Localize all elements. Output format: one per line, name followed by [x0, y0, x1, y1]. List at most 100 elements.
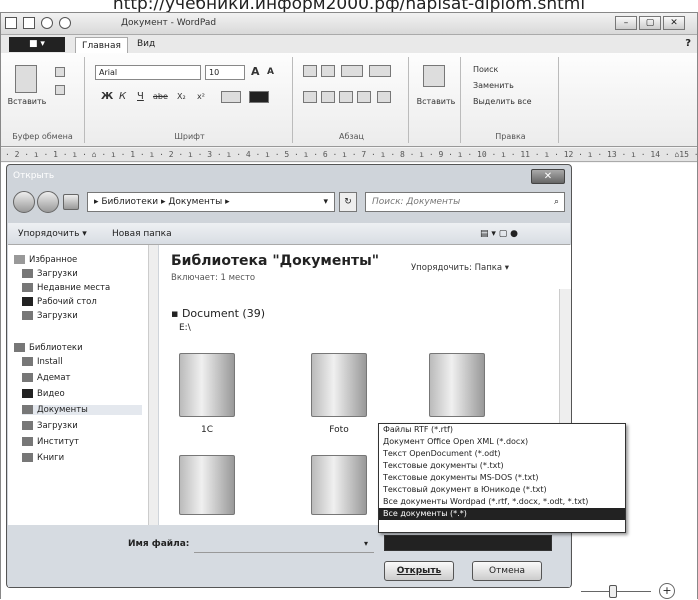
- sidebar-item[interactable]: Книги: [22, 453, 64, 463]
- file-type-option[interactable]: Текстовый документ в Юникоде (*.txt): [379, 484, 625, 496]
- align-left-icon[interactable]: [303, 91, 317, 103]
- minimize-button[interactable]: –: [615, 16, 637, 30]
- bold-button[interactable]: Ж: [101, 91, 113, 102]
- forward-icon[interactable]: [37, 191, 59, 213]
- font-family-select[interactable]: Arial: [95, 65, 201, 80]
- organize-button[interactable]: Упорядочить ▾: [18, 229, 87, 239]
- bullets-icon[interactable]: [341, 65, 363, 77]
- sidebar-item-selected[interactable]: Документы: [22, 405, 142, 415]
- align-right-icon[interactable]: [339, 91, 353, 103]
- folder-icon: [22, 269, 33, 278]
- insert-picture-icon[interactable]: [423, 65, 445, 87]
- superscript-button[interactable]: x²: [197, 92, 205, 101]
- align-center-icon[interactable]: [321, 91, 335, 103]
- find-button[interactable]: Поиск: [473, 65, 498, 74]
- replace-button[interactable]: Заменить: [473, 81, 514, 90]
- shrink-font-button[interactable]: A: [267, 67, 274, 77]
- strikethrough-button[interactable]: abe: [153, 92, 168, 101]
- subscript-button[interactable]: X₂: [177, 92, 186, 101]
- sidebar-item[interactable]: Install: [22, 357, 63, 367]
- sidebar-item[interactable]: Загрузки: [22, 269, 78, 279]
- folder-label[interactable]: Foto: [299, 425, 379, 435]
- folder-icon[interactable]: [179, 455, 235, 515]
- folder-icon[interactable]: [179, 353, 235, 417]
- cut-icon[interactable]: [55, 67, 65, 77]
- chevron-down-icon[interactable]: ▾: [364, 539, 368, 548]
- new-folder-button[interactable]: Новая папка: [112, 229, 172, 239]
- file-type-option[interactable]: Файлы RTF (*.rtf): [379, 424, 625, 436]
- cancel-button[interactable]: Отмена: [472, 561, 542, 581]
- copy-icon[interactable]: [55, 85, 65, 95]
- help-icon[interactable]: ?: [685, 38, 691, 49]
- sidebar-item[interactable]: Загрузки: [22, 421, 78, 431]
- save-icon[interactable]: [23, 17, 35, 29]
- file-type-option[interactable]: Документ Office Open XML (*.docx): [379, 436, 625, 448]
- undo-icon[interactable]: [41, 17, 53, 29]
- dialog-close-button[interactable]: ✕: [531, 169, 565, 184]
- folder-icon[interactable]: [311, 353, 367, 417]
- folder-icon[interactable]: [429, 353, 485, 417]
- view-options-button[interactable]: ▤ ▾ ▢ ●: [480, 229, 518, 239]
- sidebar-item[interactable]: Недавние места: [22, 283, 110, 293]
- filename-input[interactable]: [194, 535, 374, 553]
- underline-button[interactable]: Ч: [137, 91, 144, 102]
- insert-group: Вставить: [411, 57, 461, 143]
- address-bar[interactable]: ▸ Библиотеки ▸ Документы ▸ ▾: [87, 192, 335, 212]
- sidebar-favorites[interactable]: Избранное: [14, 255, 77, 265]
- search-icon[interactable]: ⌕: [554, 193, 559, 211]
- folder-icon[interactable]: [311, 455, 367, 515]
- chevron-down-icon[interactable]: ▾: [323, 193, 328, 211]
- back-icon[interactable]: [13, 191, 35, 213]
- insert-button[interactable]: Вставить: [413, 97, 459, 106]
- justify-icon[interactable]: [357, 91, 371, 103]
- paste-button[interactable]: Вставить: [5, 97, 49, 106]
- file-type-option[interactable]: Все документы Wordpad (*.rtf, *.docx, *.…: [379, 496, 625, 508]
- file-type-dropdown-list: Файлы RTF (*.rtf) Документ Office Open XM…: [378, 423, 626, 533]
- group-header[interactable]: ▪ Document (39): [171, 307, 265, 320]
- increase-indent-icon[interactable]: [321, 65, 335, 77]
- close-button[interactable]: ✕: [663, 16, 685, 30]
- library-includes[interactable]: Включает: 1 место: [171, 273, 255, 283]
- open-button[interactable]: Открыть: [384, 561, 454, 581]
- filename-label: Имя файла:: [128, 539, 190, 549]
- paragraph-icon[interactable]: [377, 91, 391, 103]
- ruler[interactable]: · 2 · ı · 1 · ı · ⌂ · ı · 1 · ı · 2 · ı …: [1, 148, 697, 162]
- file-type-option[interactable]: Текстовые документы (*.txt): [379, 460, 625, 472]
- zoom-slider-thumb[interactable]: [609, 585, 617, 598]
- file-menu-button[interactable]: ■ ▾: [9, 37, 65, 52]
- sidebar-item[interactable]: Видео: [22, 389, 65, 399]
- sidebar-item[interactable]: Рабочий стол: [22, 297, 97, 307]
- font-color-icon[interactable]: [249, 91, 269, 103]
- select-all-button[interactable]: Выделить все: [473, 97, 532, 106]
- redo-icon[interactable]: [59, 17, 71, 29]
- file-type-select[interactable]: [384, 535, 552, 551]
- zoom-in-button[interactable]: +: [659, 583, 675, 599]
- decrease-indent-icon[interactable]: [303, 65, 317, 77]
- folder-icon: [22, 311, 33, 320]
- file-type-option[interactable]: Текст OpenDocument (*.odt): [379, 448, 625, 460]
- sidebar-item[interactable]: Институт: [22, 437, 79, 447]
- italic-button[interactable]: К: [119, 91, 126, 102]
- file-type-option[interactable]: Текстовые документы MS-DOS (*.txt): [379, 472, 625, 484]
- paste-icon[interactable]: [15, 65, 37, 93]
- sidebar-item[interactable]: Загрузки: [22, 311, 78, 321]
- refresh-button[interactable]: ↻: [339, 192, 357, 212]
- highlight-icon[interactable]: [221, 91, 241, 103]
- grow-font-button[interactable]: A: [251, 65, 260, 78]
- font-size-select[interactable]: 10: [205, 65, 245, 80]
- nav-scrollbar[interactable]: [148, 245, 158, 525]
- recent-locations-icon[interactable]: [63, 194, 79, 210]
- tab-view[interactable]: Вид: [137, 39, 155, 49]
- search-input[interactable]: Поиск: Документы ⌕: [365, 192, 565, 212]
- sidebar-libraries[interactable]: Библиотеки: [14, 343, 83, 353]
- arrange-by-control[interactable]: Упорядочить: Папка ▾: [411, 263, 509, 273]
- folder-label[interactable]: 1C: [167, 425, 247, 435]
- maximize-button[interactable]: ▢: [639, 16, 661, 30]
- file-type-option[interactable]: Все документы (*.*): [379, 508, 625, 520]
- tab-home[interactable]: Главная: [75, 37, 128, 53]
- sidebar-item[interactable]: Адемат: [22, 373, 71, 383]
- star-icon: [14, 255, 25, 264]
- clipboard-group: Вставить Буфер обмена: [1, 57, 85, 143]
- dialog-footer: Имя файла: ▾ Открыть Отмена: [8, 525, 570, 587]
- line-spacing-icon[interactable]: [369, 65, 391, 77]
